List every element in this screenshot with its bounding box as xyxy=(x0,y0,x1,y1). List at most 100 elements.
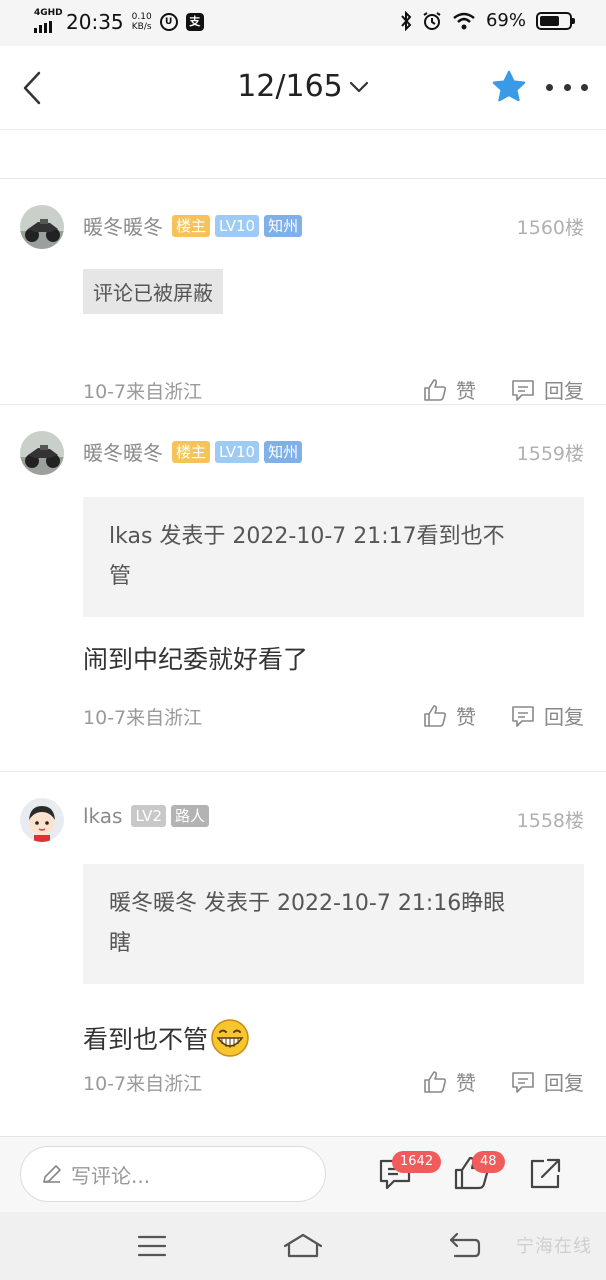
post-meta: 10-7来自浙江 xyxy=(83,1073,203,1095)
post-meta: 10-7来自浙江 xyxy=(83,707,203,729)
alarm-icon xyxy=(423,11,441,30)
battery-icon xyxy=(536,11,575,30)
username[interactable]: 暖冬暖冬 xyxy=(83,437,163,466)
comment-placeholder: 写评论... xyxy=(71,1163,151,1188)
home-button[interactable] xyxy=(283,1230,323,1262)
floor-number: 1560楼 xyxy=(516,217,584,239)
comments-button[interactable]: 1642 xyxy=(376,1151,442,1193)
watermark-logo: 宁海在线 xyxy=(516,1236,592,1257)
avatar[interactable] xyxy=(20,798,64,842)
like-label: 赞 xyxy=(456,379,476,403)
home-icon xyxy=(283,1233,323,1258)
return-icon xyxy=(449,1232,481,1258)
share-icon xyxy=(530,1158,561,1189)
reply-label: 回复 xyxy=(544,379,584,403)
dot-icon xyxy=(563,83,571,91)
chevron-down-icon xyxy=(349,81,368,92)
speed-value: 0.10 xyxy=(131,12,152,22)
quote-line: 暖冬暖冬 发表于 2022-10-7 21:16睁眼 xyxy=(109,891,506,916)
thumbs-up-icon xyxy=(424,1070,447,1093)
level-badge: LV10 xyxy=(215,214,260,237)
reply-button[interactable]: 回复 xyxy=(510,375,584,404)
reply-label: 回复 xyxy=(544,1071,584,1095)
comment-count-badge: 1642 xyxy=(392,1151,442,1173)
share-button[interactable] xyxy=(526,1153,566,1193)
comment-icon xyxy=(512,379,534,401)
post-meta: 10-7来自浙江 xyxy=(83,381,203,403)
network-speed: 0.10 KB/s xyxy=(132,12,152,32)
bluetooth-icon xyxy=(401,10,412,31)
user-info: 暖冬暖冬 楼主 LV10 知州 xyxy=(83,437,303,466)
menu-button[interactable] xyxy=(132,1230,172,1262)
post-actions: 赞 回复 xyxy=(422,1067,584,1096)
user-info: lkas LV2 路人 xyxy=(83,804,209,828)
host-badge: 楼主 xyxy=(172,214,211,237)
clock-time: 20:35 xyxy=(66,10,124,34)
floor-number: 1558楼 xyxy=(516,810,584,832)
quoted-comment[interactable]: lkas 发表于 2022-10-7 21:17看到也不 管 xyxy=(83,497,584,617)
reply-label: 回复 xyxy=(544,705,584,729)
comment-body: 闹到中纪委就好看了 xyxy=(83,645,309,674)
level-badge: LV10 xyxy=(215,440,260,463)
cellular-signal-icon: 4GHD xyxy=(34,9,63,33)
menu-icon xyxy=(137,1235,167,1257)
comment-body-text: 看到也不管 xyxy=(83,1025,209,1054)
username[interactable]: lkas xyxy=(83,804,122,828)
comment-icon xyxy=(512,1071,534,1093)
comment-item: 暖冬暖冬 楼主 LV10 知州 1559楼 lkas 发表于 2022-10-7… xyxy=(0,405,606,772)
blocked-notice: 评论已被屏蔽 xyxy=(83,269,223,314)
comment-item: 暖冬暖冬 楼主 LV10 知州 1560楼 评论已被屏蔽 10-7来自浙江 赞 … xyxy=(0,179,606,405)
comment-icon xyxy=(512,705,534,727)
motorcycle-avatar-image xyxy=(20,431,64,475)
comment-input[interactable]: 写评论... xyxy=(20,1146,326,1202)
reply-button[interactable]: 回复 xyxy=(510,1067,584,1096)
previous-post-tail xyxy=(0,131,606,179)
rank-badge: 知州 xyxy=(264,214,303,237)
thumbs-up-icon xyxy=(424,704,447,727)
top-nav-bar: 12/165 xyxy=(0,46,606,130)
status-bar: 4GHD 20:35 0.10 KB/s U 支 69% xyxy=(0,0,606,46)
user-info: 暖冬暖冬 楼主 LV10 知州 xyxy=(83,211,303,240)
like-button[interactable]: 赞 xyxy=(422,701,476,730)
rank-badge: 路人 xyxy=(170,805,209,827)
avatar[interactable] xyxy=(20,205,64,249)
favorite-button[interactable] xyxy=(490,68,528,106)
quoted-comment[interactable]: 暖冬暖冬 发表于 2022-10-7 21:16睁眼 瞎 xyxy=(83,864,584,984)
alipay-notification-icon: 支 xyxy=(185,13,204,31)
page-counter-text: 12/165 xyxy=(237,69,343,104)
pencil-icon xyxy=(43,1165,61,1183)
network-type: 4GHD xyxy=(34,8,63,18)
username[interactable]: 暖冬暖冬 xyxy=(83,211,163,240)
post-actions: 赞 回复 xyxy=(422,701,584,730)
star-icon xyxy=(492,70,526,102)
grinning-emoji-icon xyxy=(211,1019,249,1057)
level-badge: LV2 xyxy=(131,805,166,827)
quote-line: 管 xyxy=(109,564,132,589)
back-nav-button[interactable] xyxy=(444,1230,484,1262)
post-actions: 赞 回复 xyxy=(422,375,584,404)
comment-list: 暖冬暖冬 楼主 LV10 知州 1560楼 评论已被屏蔽 10-7来自浙江 赞 … xyxy=(0,131,606,1136)
wifi-icon xyxy=(453,12,475,29)
speed-unit: KB/s xyxy=(131,22,152,32)
reply-button[interactable]: 回复 xyxy=(510,701,584,730)
floor-number: 1559楼 xyxy=(516,443,584,465)
system-navigation-bar: 宁海在线 xyxy=(0,1212,606,1280)
like-button[interactable]: 赞 xyxy=(422,1067,476,1096)
quote-line: lkas 发表于 2022-10-7 21:17看到也不 xyxy=(109,524,505,549)
avatar[interactable] xyxy=(20,431,64,475)
rank-badge: 知州 xyxy=(264,440,303,463)
dot-icon xyxy=(581,83,588,91)
battery-percent: 69% xyxy=(485,10,526,31)
app-notification-icon: U xyxy=(159,13,178,31)
comment-body: 看到也不管 xyxy=(83,1018,250,1058)
like-label: 赞 xyxy=(456,705,476,729)
thumbs-up-icon xyxy=(424,378,447,401)
like-button[interactable]: 赞 xyxy=(422,375,476,404)
like-count-badge: 48 xyxy=(472,1151,505,1173)
bottom-action-bar: 写评论... 1642 48 xyxy=(0,1136,606,1212)
host-badge: 楼主 xyxy=(172,440,211,463)
more-options-button[interactable] xyxy=(546,68,588,106)
motorcycle-avatar-image xyxy=(20,205,64,249)
like-label: 赞 xyxy=(456,1071,476,1095)
like-post-button[interactable]: 48 xyxy=(452,1151,505,1193)
